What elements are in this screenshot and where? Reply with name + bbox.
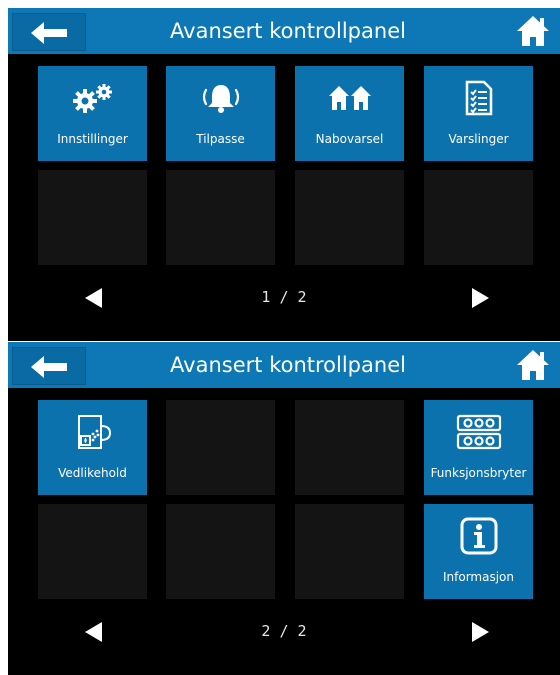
empty-tile-slot bbox=[38, 504, 147, 599]
tile-vedlikehold[interactable]: Vedlikehold bbox=[38, 400, 147, 495]
empty-tile-slot bbox=[38, 170, 147, 265]
home-button[interactable] bbox=[512, 346, 554, 384]
header-bar: Avansert kontrollpanel bbox=[8, 8, 560, 54]
page-title: Avansert kontrollpanel bbox=[170, 19, 406, 43]
empty-tile-slot bbox=[166, 170, 275, 265]
back-button[interactable] bbox=[12, 347, 86, 385]
empty-tile-slot bbox=[166, 504, 275, 599]
tile-label: Vedlikehold bbox=[58, 466, 127, 480]
page-title: Avansert kontrollpanel bbox=[170, 353, 406, 377]
empty-tile-slot bbox=[295, 504, 404, 599]
triangle-right-icon bbox=[472, 622, 489, 642]
triangle-left-icon bbox=[85, 288, 102, 308]
arrow-left-icon bbox=[31, 22, 67, 44]
tile-tilpasse[interactable]: Tilpasse bbox=[166, 66, 275, 161]
tile-label: Informasjon bbox=[442, 570, 514, 584]
empty-tile-slot bbox=[166, 400, 275, 495]
arrow-left-icon bbox=[31, 356, 67, 378]
home-icon bbox=[517, 350, 549, 380]
tile-label: Varslinger bbox=[448, 132, 509, 146]
tile-label: Nabovarsel bbox=[315, 132, 384, 146]
tile-varslinger[interactable]: Varslinger bbox=[424, 66, 533, 161]
next-page-button[interactable] bbox=[460, 618, 500, 646]
back-button[interactable] bbox=[12, 13, 86, 51]
tile-informasjon[interactable]: Informasjon bbox=[424, 504, 533, 599]
control-panel-page-2: Avansert kontrollpanel Vedlikehold Funks… bbox=[8, 342, 560, 675]
tile-nabovarsel[interactable]: Nabovarsel bbox=[295, 66, 404, 161]
tile-label: Funksjonsbryter bbox=[430, 466, 527, 480]
empty-tile-slot bbox=[295, 170, 404, 265]
bell-icon bbox=[202, 85, 239, 113]
tile-label: Innstillinger bbox=[57, 132, 128, 146]
tile-innstillinger[interactable]: Innstillinger bbox=[38, 66, 147, 161]
maintenance-icon bbox=[77, 415, 111, 449]
checklist-icon bbox=[465, 80, 492, 116]
header-bar: Avansert kontrollpanel bbox=[8, 342, 560, 388]
switch-panel-icon bbox=[456, 414, 501, 450]
info-icon bbox=[460, 517, 497, 555]
home-button[interactable] bbox=[512, 12, 554, 50]
page-indicator: 1 / 2 bbox=[261, 288, 307, 306]
page-indicator: 2 / 2 bbox=[261, 622, 307, 640]
triangle-right-icon bbox=[472, 288, 489, 308]
triangle-left-icon bbox=[85, 622, 102, 642]
gears-icon bbox=[72, 84, 112, 113]
next-page-button[interactable] bbox=[460, 284, 500, 312]
houses-icon bbox=[328, 86, 371, 110]
tile-funksjonsbryter[interactable]: Funksjonsbryter bbox=[424, 400, 533, 495]
previous-page-button[interactable] bbox=[74, 284, 114, 312]
empty-tile-slot bbox=[295, 400, 404, 495]
previous-page-button[interactable] bbox=[74, 618, 114, 646]
empty-tile-slot bbox=[424, 170, 533, 265]
tile-label: Tilpasse bbox=[196, 132, 245, 146]
control-panel-page-1: Avansert kontrollpanel Innstillinger Til… bbox=[8, 8, 560, 341]
home-icon bbox=[517, 16, 549, 46]
